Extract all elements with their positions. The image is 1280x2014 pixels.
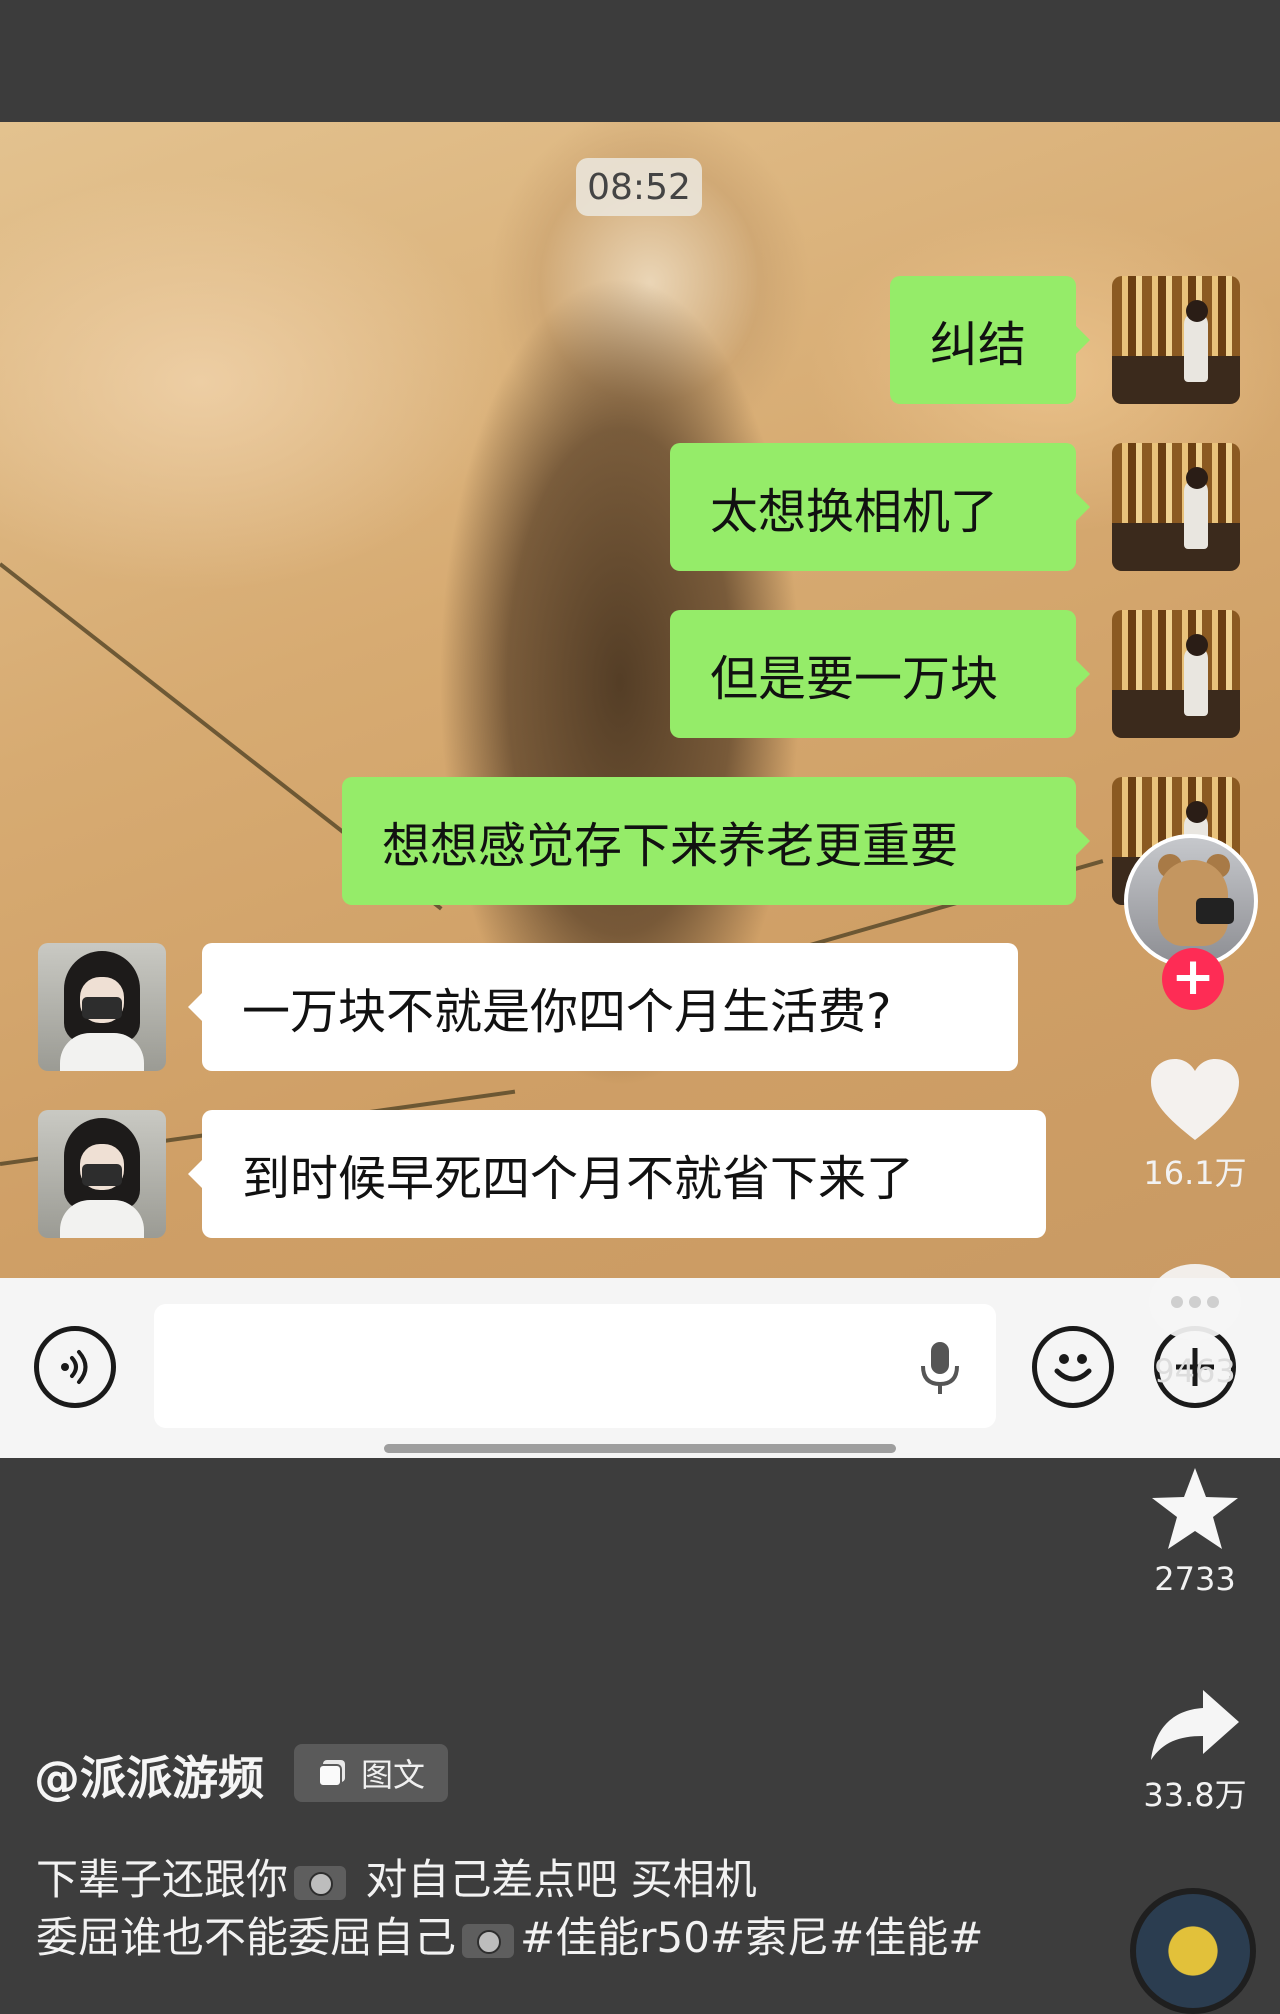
like-count: 16.1万 — [1143, 1154, 1247, 1192]
comment-count: 9463 — [1154, 1352, 1236, 1390]
comment-icon — [1149, 1264, 1241, 1340]
caption-text: 委屈谁也不能委屈自己 — [36, 1913, 457, 1962]
smiley-icon — [1054, 1354, 1092, 1382]
follow-plus-button[interactable]: + — [1162, 948, 1224, 1010]
author-name[interactable]: @派派游频 — [34, 1742, 264, 1808]
emoji-button[interactable] — [1032, 1326, 1114, 1408]
star-icon — [1152, 1468, 1238, 1549]
home-indicator — [384, 1444, 896, 1453]
message-input[interactable] — [154, 1304, 996, 1428]
share-count: 33.8万 — [1143, 1776, 1247, 1814]
camera-emoji-icon — [294, 1865, 347, 1900]
message-text: 但是要一万块 — [710, 651, 999, 707]
chat-bubble-sent[interactable]: 太想换相机了 — [670, 443, 1090, 571]
post-image[interactable] — [0, 122, 1280, 1278]
chat-input-bar — [0, 1278, 1280, 1458]
heart-icon — [1151, 1059, 1239, 1140]
image-text-icon — [317, 1760, 345, 1787]
post-type-badge: 图文 — [294, 1744, 448, 1802]
message-text: 太想换相机了 — [710, 484, 999, 540]
favorite-button[interactable]: 2733 — [1120, 1464, 1270, 1598]
top-bar — [0, 0, 1280, 122]
my-avatar[interactable] — [1112, 276, 1240, 404]
caption-text: 下辈子还跟你 — [36, 1855, 289, 1904]
my-avatar[interactable] — [1112, 610, 1240, 738]
share-arrow-icon — [1151, 1690, 1239, 1760]
friend-avatar[interactable] — [38, 943, 166, 1071]
chat-bubble-sent[interactable]: 纠结 — [890, 276, 1090, 404]
comment-button[interactable]: 9463 — [1120, 1262, 1270, 1390]
hashtags[interactable]: #佳能r50#索尼#佳能# — [520, 1913, 983, 1962]
chat-bubble-sent[interactable]: 想想感觉存下来养老更重要 — [342, 777, 1090, 905]
caption-line-2: 委屈谁也不能委屈自己 #佳能r50#索尼#佳能# — [36, 1904, 984, 1965]
caption-text: 对自己差点吧 买相机 — [352, 1855, 757, 1904]
caption-line-1: 下辈子还跟你 对自己差点吧 买相机 — [36, 1846, 757, 1907]
like-button[interactable]: 16.1万 — [1120, 1056, 1270, 1194]
message-text: 到时候早死四个月不就省下来了 — [242, 1151, 915, 1207]
my-avatar[interactable] — [1112, 443, 1240, 571]
post-type-label: 图文 — [360, 1756, 425, 1794]
camera-emoji-icon — [462, 1923, 515, 1958]
share-button[interactable]: 33.8万 — [1120, 1684, 1270, 1816]
chat-bubble-received[interactable]: 一万块不就是你四个月生活费? — [188, 943, 1018, 1071]
music-disc[interactable] — [1130, 1888, 1256, 2014]
friend-avatar[interactable] — [38, 1110, 166, 1238]
message-text: 想想感觉存下来养老更重要 — [382, 818, 959, 874]
chat-timestamp: 08:52 — [576, 158, 702, 216]
chat-bubble-received[interactable]: 到时候早死四个月不就省下来了 — [188, 1110, 1046, 1238]
chat-bubble-sent[interactable]: 但是要一万块 — [670, 610, 1090, 738]
voice-wave-icon — [61, 1350, 88, 1384]
microphone-icon[interactable] — [916, 1340, 964, 1398]
voice-toggle-button[interactable] — [34, 1326, 116, 1408]
message-text: 一万块不就是你四个月生活费? — [242, 984, 892, 1040]
message-text: 纠结 — [930, 317, 1027, 373]
favorite-count: 2733 — [1154, 1560, 1236, 1598]
